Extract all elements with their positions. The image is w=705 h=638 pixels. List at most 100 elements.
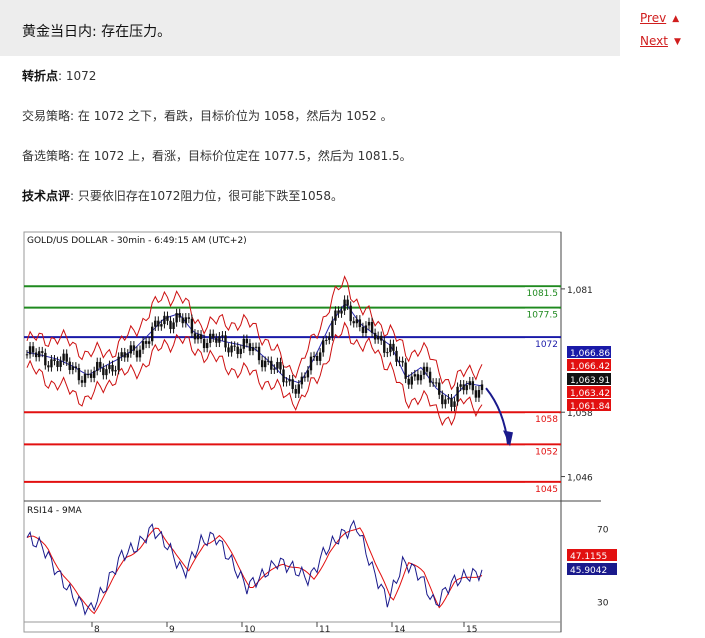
candle-body xyxy=(199,334,203,339)
candle-body xyxy=(248,343,252,351)
candle-body xyxy=(328,336,331,340)
candle-body xyxy=(227,347,230,353)
candle-body xyxy=(407,378,410,385)
candle-body xyxy=(80,380,84,383)
candle-body xyxy=(257,346,261,361)
level-label: 1081.5 xyxy=(527,289,559,299)
candle-body xyxy=(47,365,50,368)
candle-body xyxy=(184,317,187,324)
candle-body xyxy=(376,335,380,340)
candle-body xyxy=(135,350,139,358)
chart-title: GOLD/US DOLLAR - 30min - 6:49:15 AM (UTC… xyxy=(27,236,247,246)
candle-body xyxy=(92,371,96,378)
candle-body xyxy=(224,335,227,348)
candle-body xyxy=(77,368,81,381)
candle-body xyxy=(462,384,465,391)
candle-body xyxy=(459,384,462,387)
candle-body xyxy=(129,345,133,354)
candle-body xyxy=(71,366,75,370)
candle-body xyxy=(263,360,267,368)
time-tick-label: 10 xyxy=(244,625,256,635)
candle-body xyxy=(300,376,304,385)
forecast-arrow-shaft xyxy=(485,387,509,445)
level-label: 1058 xyxy=(535,415,558,425)
time-tick-label: 15 xyxy=(466,625,477,635)
candle-body xyxy=(254,346,258,348)
candle-body xyxy=(28,346,32,355)
candle-body xyxy=(367,321,371,326)
candle-body xyxy=(318,352,322,361)
candle-body xyxy=(340,310,343,314)
candle-body xyxy=(190,318,194,334)
candle-body xyxy=(212,333,215,338)
candle-body xyxy=(41,351,44,353)
candle-body xyxy=(355,319,358,324)
candle-body xyxy=(309,356,313,371)
candle-body xyxy=(50,359,53,368)
candle-body xyxy=(96,361,99,372)
price-tag-label: 1,063.42 xyxy=(570,389,610,399)
candle-body xyxy=(196,334,200,340)
candle-body xyxy=(441,394,444,405)
level-label: 1052 xyxy=(535,447,558,457)
candle-body xyxy=(438,382,441,395)
candle-body xyxy=(346,299,349,306)
candle-body xyxy=(102,367,105,376)
candle-body xyxy=(471,381,475,391)
candle-body xyxy=(306,370,310,378)
rsi-ma-value: 47.1155 xyxy=(570,552,607,562)
candle-body xyxy=(395,350,398,362)
candle-body xyxy=(62,353,65,361)
rsi-ma-line xyxy=(26,527,483,615)
candle-body xyxy=(166,315,169,321)
candle-body xyxy=(453,401,456,407)
candle-body xyxy=(389,343,392,353)
price-tag-label: 1,061.84 xyxy=(570,402,610,412)
candle-body xyxy=(349,305,352,322)
candle-body xyxy=(419,374,423,381)
candle-body xyxy=(114,370,117,372)
candle-body xyxy=(202,338,206,349)
candle-body xyxy=(444,399,447,405)
price-tag-label: 1,063.91 xyxy=(570,376,610,386)
candle-body xyxy=(447,398,450,400)
candle-body xyxy=(44,352,47,366)
candle-body xyxy=(141,341,145,350)
candle-body xyxy=(450,398,453,407)
gold-chart: GOLD/US DOLLAR - 30min - 6:49:15 AM (UTC… xyxy=(23,231,617,635)
candle-body xyxy=(209,333,212,343)
candle-body xyxy=(193,333,197,340)
candle-body xyxy=(352,321,355,324)
candle-body xyxy=(117,356,120,371)
candle-body xyxy=(416,374,420,381)
candle-body xyxy=(361,327,365,334)
candle-body xyxy=(68,361,71,370)
candle-body xyxy=(132,345,136,351)
candle-body xyxy=(242,338,246,349)
candle-body xyxy=(334,310,337,321)
rsi-value: 45.9042 xyxy=(570,566,607,576)
candle-body xyxy=(230,345,233,353)
candle-body xyxy=(251,347,255,351)
level-label: 1072 xyxy=(535,340,558,350)
time-tick-label: 9 xyxy=(169,625,175,635)
candle-body xyxy=(428,371,432,383)
candle-body xyxy=(126,353,129,358)
candle-body xyxy=(138,349,142,358)
candle-body xyxy=(38,351,41,358)
candle-body xyxy=(144,341,148,344)
candle-body xyxy=(120,352,123,357)
candle-body xyxy=(413,374,417,377)
candle-body xyxy=(480,384,484,391)
candle-body xyxy=(468,381,471,386)
candle-body xyxy=(392,343,395,351)
candle-body xyxy=(358,319,362,328)
candle-body xyxy=(401,360,404,363)
candle-body xyxy=(386,352,389,354)
candle-body xyxy=(59,360,62,367)
candle-body xyxy=(373,332,377,340)
candle-body xyxy=(398,360,401,362)
candle-body xyxy=(99,361,102,368)
candle-body xyxy=(291,379,294,390)
candle-body xyxy=(215,337,218,343)
